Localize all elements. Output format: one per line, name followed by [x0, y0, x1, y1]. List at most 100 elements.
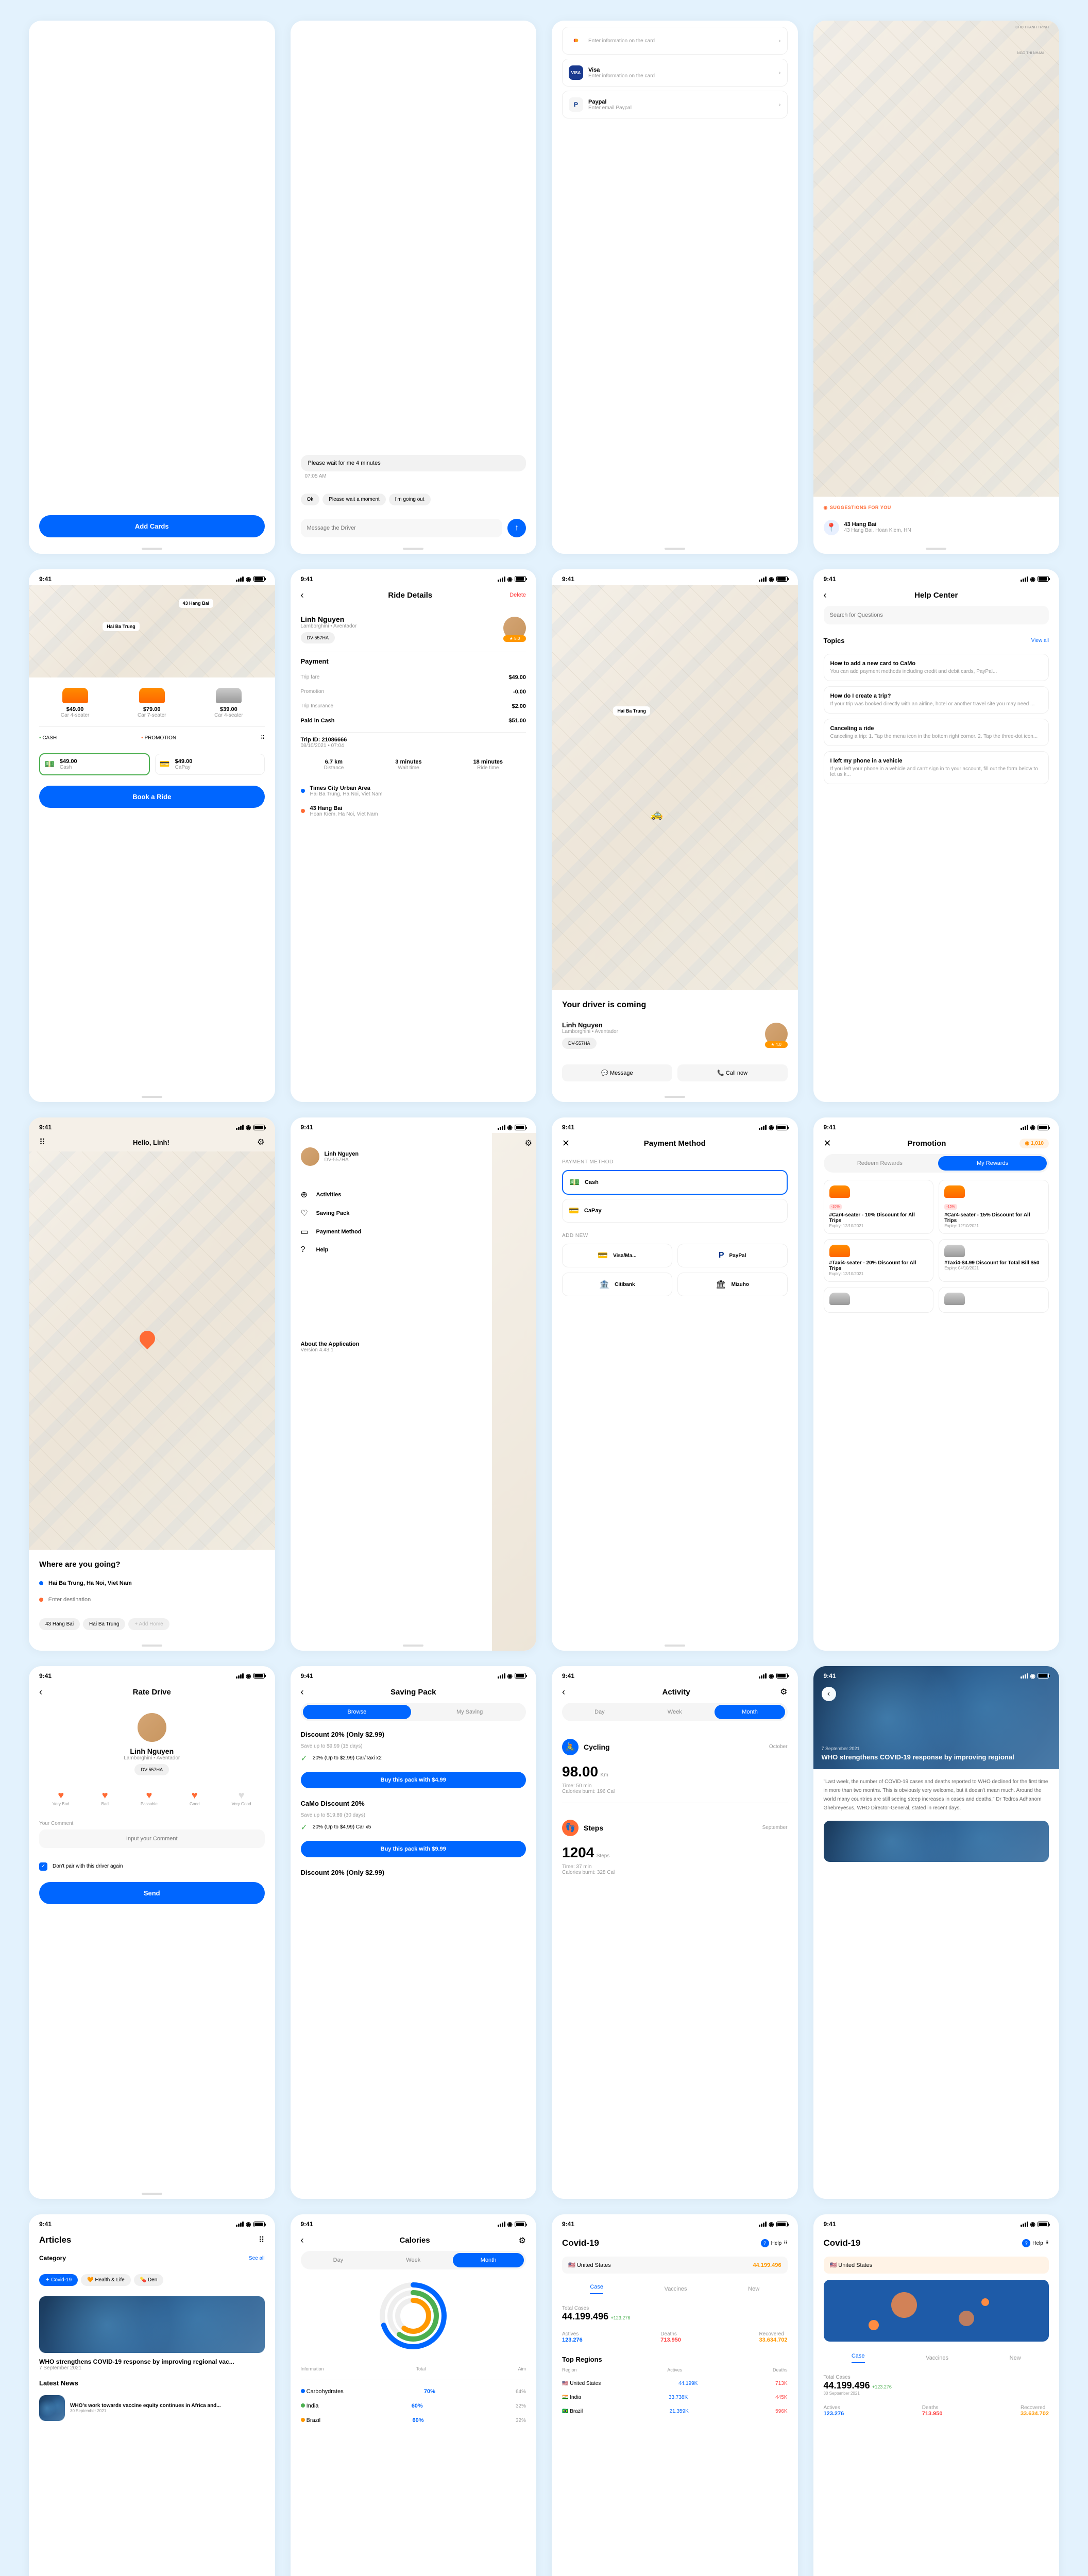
tab-vaccines[interactable]: Vaccines [926, 2355, 948, 2361]
buy-pack-button[interactable]: Buy this pack with $4.99 [301, 1772, 526, 1788]
gear-icon[interactable]: ⚙ [525, 1138, 532, 1148]
paypal-option[interactable]: PPaypalEnter email Paypal› [562, 91, 788, 118]
rating-star[interactable]: ♥Very Bad [53, 1790, 69, 1806]
tab-vaccines[interactable]: Vaccines [665, 2286, 687, 2292]
send-button[interactable]: Send [39, 1882, 265, 1904]
message-button[interactable]: 💬 Message [562, 1064, 672, 1081]
quick-destination[interactable]: Hai Ba Trung [83, 1618, 125, 1630]
quick-reply[interactable]: I'm going out [389, 494, 431, 505]
tab-day[interactable]: Day [564, 1705, 635, 1719]
visa-option[interactable]: VISAVisaEnter information on the card› [562, 59, 788, 87]
menu-payment[interactable]: ▭Payment Method [301, 1223, 482, 1241]
tab-new[interactable]: New [1010, 2355, 1021, 2361]
add-visa[interactable]: 💳Visa/Ma... [562, 1244, 672, 1267]
menu-help[interactable]: ?Help [301, 1241, 482, 1259]
quick-reply[interactable]: Please wait a moment [322, 494, 385, 505]
back-icon[interactable]: ‹ [301, 2235, 311, 2246]
help-link[interactable]: Help [1032, 2241, 1043, 2246]
rating-star[interactable]: ♥Very Good [232, 1790, 251, 1806]
tab-new[interactable]: New [748, 2286, 759, 2292]
tab-browse[interactable]: Browse [303, 1705, 412, 1719]
gear-icon[interactable]: ⚙ [519, 2235, 526, 2246]
back-icon[interactable]: ‹ [301, 590, 311, 601]
tab-day[interactable]: Day [303, 2253, 374, 2267]
close-icon[interactable]: ✕ [824, 1138, 834, 1149]
tab-month[interactable]: Month [715, 1705, 786, 1719]
car-option[interactable]: $39.00Car 4-seater [214, 688, 243, 718]
menu-saving[interactable]: ♡Saving Pack [301, 1204, 482, 1223]
back-icon[interactable]: ‹ [822, 1687, 836, 1701]
article-headline[interactable]: WHO strengthens COVID-19 response by imp… [39, 2358, 265, 2365]
qr-icon[interactable]: ⠿ [261, 735, 264, 741]
message-input[interactable] [301, 519, 503, 537]
help-topic[interactable]: Canceling a rideCanceling a trip: 1. Tap… [824, 719, 1049, 746]
promo-card[interactable]: #Taxi4-seater - 20% Discount for All Tri… [824, 1239, 934, 1282]
news-item[interactable]: WHO's work towards vaccine equity contin… [39, 2391, 265, 2425]
card-option[interactable]: ●●Enter information on the card› [562, 27, 788, 55]
map[interactable]: Hai Ba Trung 🚕 [552, 585, 798, 991]
tab-case[interactable]: Case [852, 2353, 865, 2363]
quick-destination[interactable]: 43 Hang Bai [39, 1618, 80, 1630]
comment-input[interactable] [39, 1829, 265, 1848]
call-button[interactable]: 📞 Call now [677, 1064, 788, 1081]
category-chip[interactable]: 🧡 Health & Life [81, 2274, 131, 2286]
cash-card[interactable]: 💵$49.00Cash [39, 753, 150, 775]
back-icon[interactable]: ‹ [301, 1687, 311, 1698]
menu-icon[interactable]: ⠿ [259, 2235, 265, 2245]
back-icon[interactable]: ‹ [824, 590, 834, 601]
menu-activities[interactable]: ⊕Activities [301, 1185, 482, 1204]
tab-redeem[interactable]: Redeem Rewards [826, 1156, 934, 1171]
search-input[interactable] [824, 606, 1049, 624]
help-topic[interactable]: How do I create a trip?If your trip was … [824, 686, 1049, 714]
view-all-link[interactable]: View all [1031, 638, 1049, 643]
book-ride-button[interactable]: Book a Ride [39, 786, 265, 808]
tab-week[interactable]: Week [378, 2253, 449, 2267]
world-map[interactable] [824, 2280, 1049, 2342]
map[interactable]: CHO THANH TRINH NGO THI NHAM [813, 21, 1060, 497]
tab-month[interactable]: Month [453, 2253, 524, 2267]
add-mizuho[interactable]: 🏛Mizuho [677, 1273, 788, 1296]
tab-week[interactable]: Week [639, 1705, 710, 1719]
buy-pack-button[interactable]: Buy this pack with $9.99 [301, 1841, 526, 1857]
rating-star[interactable]: ♥Bad [101, 1790, 109, 1806]
map[interactable]: Hai Ba Trung 43 Hang Bai [29, 585, 275, 677]
gear-icon[interactable]: ⚙ [257, 1137, 264, 1147]
category-chip[interactable]: 💊 Den [134, 2274, 164, 2286]
gear-icon[interactable]: ⚙ [780, 1687, 787, 1697]
see-all-link[interactable]: See all [249, 2256, 265, 2261]
promo-toggle[interactable]: ▪ PROMOTION [141, 735, 176, 741]
car-option[interactable]: $49.00Car 4-seater [61, 688, 90, 718]
checkbox[interactable]: ✓ [39, 1862, 47, 1871]
tab-case[interactable]: Case [590, 2284, 603, 2294]
add-paypal[interactable]: PPayPal [677, 1244, 788, 1267]
promo-card[interactable]: -15%#Car4-seater - 15% Discount for All … [939, 1180, 1049, 1234]
category-chip[interactable]: ✦ Covid-19 [39, 2274, 78, 2286]
tab-rewards[interactable]: My Rewards [938, 1156, 1047, 1171]
add-home-chip[interactable]: + Add Home [128, 1618, 169, 1630]
back-icon[interactable]: ‹ [39, 1687, 49, 1698]
article-image[interactable] [39, 2296, 265, 2353]
quick-reply[interactable]: Ok [301, 494, 320, 505]
close-icon[interactable]: ✕ [562, 1138, 572, 1149]
tab-my-saving[interactable]: My Saving [415, 1705, 524, 1719]
delete-button[interactable]: Delete [509, 592, 526, 598]
capay-method[interactable]: 💳CaPay [562, 1199, 788, 1223]
rating-star[interactable]: ♥Good [190, 1790, 200, 1806]
promo-card[interactable]: -10%#Car4-seater - 10% Discount for All … [824, 1180, 934, 1234]
suggestion-item[interactable]: 📍 43 Hang Bai43 Hang Bai, Hoan Kiem, HN [824, 516, 1049, 539]
car-option[interactable]: $79.00Car 7-seater [138, 688, 166, 718]
rating-star[interactable]: ♥Passable [141, 1790, 158, 1806]
map[interactable] [29, 1151, 275, 1550]
back-icon[interactable]: ‹ [562, 1687, 572, 1698]
help-link[interactable]: Help [771, 2241, 782, 2246]
capay-card[interactable]: 💳$49.00CaPay [155, 754, 265, 775]
country-selector[interactable]: 🇺🇸 United States44.199.496 [562, 2257, 788, 2274]
add-cards-button[interactable]: Add Cards [39, 515, 265, 537]
send-icon[interactable]: ↑ [507, 519, 526, 537]
cash-toggle[interactable]: ▪ CASH [39, 735, 57, 741]
destination-input[interactable] [48, 1595, 265, 1605]
country-selector[interactable]: 🇺🇸 United States [824, 2257, 1049, 2274]
help-topic[interactable]: How to add a new card to CaMoYou can add… [824, 654, 1049, 681]
menu-icon[interactable]: ⠿ [39, 1137, 45, 1147]
help-topic[interactable]: I left my phone in a vehicleIf you left … [824, 751, 1049, 784]
